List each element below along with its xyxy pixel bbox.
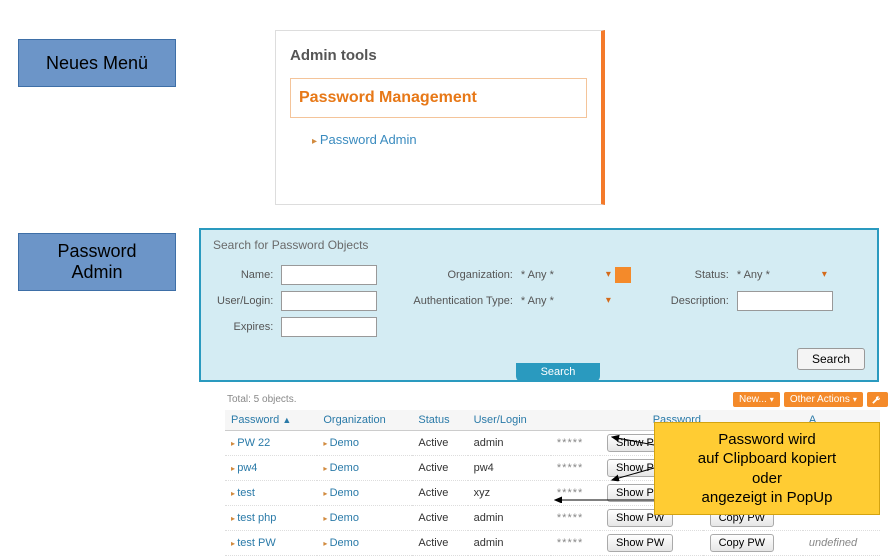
- user-login-cell: pw4: [468, 456, 551, 481]
- password-masked: *****: [551, 531, 600, 556]
- search-tab[interactable]: Search: [516, 363, 600, 382]
- col-user-login[interactable]: User/Login: [468, 410, 551, 431]
- organization-link[interactable]: Demo: [317, 456, 412, 481]
- password-name-link[interactable]: test php: [225, 506, 317, 531]
- user-login-cell: admin: [468, 506, 551, 531]
- organization-link[interactable]: Demo: [317, 431, 412, 456]
- password-name-link[interactable]: test: [225, 481, 317, 506]
- name-input[interactable]: [281, 265, 377, 285]
- description-input[interactable]: [737, 291, 833, 311]
- password-admin-link[interactable]: Password Admin: [312, 132, 587, 147]
- password-name-link[interactable]: pw4: [225, 456, 317, 481]
- password-masked: *****: [551, 506, 600, 531]
- password-name-link[interactable]: PW 22: [225, 431, 317, 456]
- menu-panel: Admin tools Password Management Password…: [275, 30, 605, 205]
- organization-select[interactable]: * Any *: [521, 269, 611, 282]
- description-label: Description:: [667, 288, 733, 314]
- organization-link[interactable]: Demo: [317, 506, 412, 531]
- password-masked: *****: [551, 456, 600, 481]
- org-tree-button[interactable]: [615, 267, 631, 283]
- search-button[interactable]: Search: [797, 348, 865, 370]
- show-pw-button[interactable]: Show PW: [607, 534, 673, 552]
- tools-button[interactable]: [867, 392, 888, 407]
- status-cell: Active: [412, 431, 467, 456]
- col-organization[interactable]: Organization: [317, 410, 412, 431]
- search-form: Name: Organization: * Any * Status: * An…: [213, 262, 865, 340]
- name-label: Name:: [213, 262, 277, 288]
- expires-input[interactable]: [281, 317, 377, 337]
- status-cell: Active: [412, 481, 467, 506]
- status-cell: Active: [412, 531, 467, 556]
- search-panel: Search for Password Objects Name: Organi…: [199, 228, 879, 382]
- auth-type-label: Authentication Type:: [409, 288, 516, 314]
- search-panel-title: Search for Password Objects: [213, 238, 865, 252]
- col-status[interactable]: Status: [412, 410, 467, 431]
- status-label: Status:: [667, 262, 733, 288]
- user-login-cell: admin: [468, 431, 551, 456]
- user-login-cell: admin: [468, 531, 551, 556]
- admin-tools-heading: Admin tools: [290, 47, 587, 64]
- total-count: Total: 5 objects.: [227, 394, 296, 405]
- other-actions-button[interactable]: Other Actions: [784, 392, 863, 407]
- user-login-cell: xyz: [468, 481, 551, 506]
- extra-cell: undefined: [803, 531, 880, 556]
- expires-label: Expires:: [213, 314, 277, 340]
- wrench-icon: [871, 395, 881, 405]
- col-password-name[interactable]: Password ▲: [225, 410, 317, 431]
- user-login-input[interactable]: [281, 291, 377, 311]
- status-cell: Active: [412, 506, 467, 531]
- table-row: test PWDemoActiveadmin***** Show PW Copy P…: [225, 531, 880, 556]
- status-cell: Active: [412, 456, 467, 481]
- auth-type-select[interactable]: * Any *: [521, 295, 611, 308]
- new-button[interactable]: New...: [733, 392, 780, 407]
- password-masked: *****: [551, 431, 600, 456]
- annotation-password-admin: Password Admin: [18, 233, 176, 291]
- status-select[interactable]: * Any *: [737, 269, 827, 282]
- password-masked: *****: [551, 481, 600, 506]
- action-toolbar: New... Other Actions: [733, 392, 888, 407]
- password-name-link[interactable]: test PW: [225, 531, 317, 556]
- user-login-label: User/Login:: [213, 288, 277, 314]
- organization-link[interactable]: Demo: [317, 531, 412, 556]
- organization-label: Organization:: [409, 262, 516, 288]
- password-management-item[interactable]: Password Management: [290, 78, 587, 118]
- copy-pw-button[interactable]: Copy PW: [710, 534, 774, 552]
- organization-link[interactable]: Demo: [317, 481, 412, 506]
- callout-note: Password wird auf Clipboard kopiert oder…: [654, 422, 880, 515]
- annotation-neues-menu: Neues Menü: [18, 39, 176, 87]
